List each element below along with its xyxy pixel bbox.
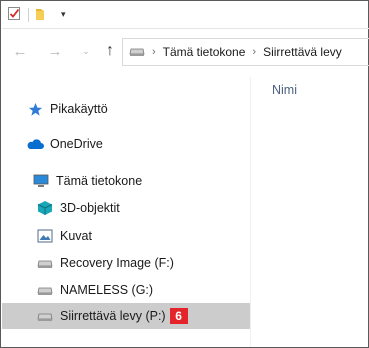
nav-item-label: NAMELESS (G:) (60, 283, 154, 297)
nav-item-3d-objects[interactable]: 3D-objektit (2, 195, 250, 221)
step-badge: 6 (169, 308, 188, 324)
drive-icon (36, 308, 54, 324)
breadcrumb-chevron-icon[interactable]: › (152, 46, 156, 58)
up-arrow-icon[interactable]: ↑ (100, 41, 120, 61)
nav-item-label: Kuvat (60, 229, 92, 243)
nav-item-quick-access[interactable]: Pikakäyttö (2, 96, 250, 122)
nav-item-label: Tämä tietokone (56, 174, 143, 188)
nav-item-label: OneDrive (50, 137, 103, 151)
file-list: Nimi (251, 77, 369, 347)
nav-item-label: 3D-objektit (60, 201, 120, 215)
drive-icon (129, 45, 145, 60)
nav-item-label: Pikakäyttö (50, 102, 108, 116)
address-bar[interactable]: › Tämä tietokone › Siirrettävä levy (122, 38, 369, 66)
quick-access-toolbar: ▾ (2, 2, 369, 27)
breadcrumb-this-pc[interactable]: Tämä tietokone (163, 45, 246, 59)
recent-locations-chevron-icon[interactable]: ⌄ (76, 41, 96, 61)
cloud-icon (26, 136, 44, 152)
nav-item-nameless[interactable]: NAMELESS (G:) (2, 277, 250, 303)
nav-item-label: Siirrettävä levy (P:) (60, 309, 166, 323)
star-icon (26, 101, 44, 117)
ribbon-divider (2, 28, 369, 29)
nav-item-label: Recovery Image (F:) (60, 256, 174, 270)
column-header-name[interactable]: Nimi (272, 83, 297, 97)
properties-checkmark-icon[interactable] (7, 6, 22, 24)
breadcrumb-chevron-icon[interactable]: › (252, 46, 256, 58)
computer-icon (32, 173, 50, 189)
customize-dropdown-icon[interactable]: ▾ (61, 9, 66, 20)
nav-item-removable-drive[interactable]: Siirrettävä levy (P:) 6 (2, 303, 250, 329)
nav-item-pictures[interactable]: Kuvat (2, 223, 250, 249)
back-arrow-icon[interactable]: ← (10, 41, 30, 61)
breadcrumb-removable-drive[interactable]: Siirrettävä levy (263, 45, 342, 59)
pictures-icon (36, 228, 54, 244)
new-folder-icon[interactable] (35, 6, 51, 24)
drive-icon (36, 255, 54, 271)
nav-item-recovery-image[interactable]: Recovery Image (F:) (2, 250, 250, 276)
nav-item-onedrive[interactable]: OneDrive (2, 131, 250, 157)
forward-arrow-icon[interactable]: → (45, 41, 65, 61)
toolbar-separator (28, 7, 29, 22)
explorer-window: ▾ ← → ⌄ ↑ › Tämä tietokone › Siirrettävä… (0, 0, 369, 348)
3d-objects-icon (36, 200, 54, 216)
drive-icon (36, 282, 54, 298)
nav-item-this-pc[interactable]: Tämä tietokone (2, 168, 250, 194)
navigation-bar: ← → ⌄ ↑ › Tämä tietokone › Siirrettävä l… (2, 33, 369, 71)
navigation-pane: Pikakäyttö OneDrive Tämä tietokone 3D-ob… (2, 77, 250, 347)
